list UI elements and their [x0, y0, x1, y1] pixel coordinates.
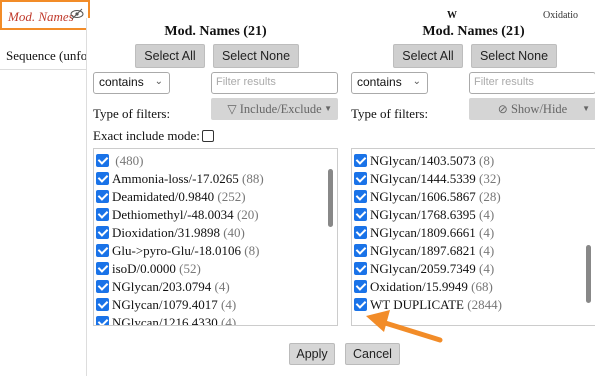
checkbox-checked-icon[interactable] [354, 298, 367, 311]
checkbox-checked-icon[interactable] [96, 190, 109, 203]
right-select-none-button[interactable]: Select None [471, 44, 557, 68]
checkbox-checked-icon[interactable] [354, 190, 367, 203]
list-item[interactable]: (480) [96, 153, 143, 171]
mod-names-column-tab[interactable]: Mod. Names [0, 0, 90, 30]
exact-include-label: Exact include mode: [93, 128, 200, 143]
eye-slash-icon: ⊘ [497, 102, 508, 116]
list-item[interactable]: NGlycan/2059.7349 (4) [354, 261, 494, 279]
checkbox-checked-icon[interactable] [96, 280, 109, 293]
chevron-down-icon: ⌄ [412, 76, 421, 87]
left-select-none-button[interactable]: Select None [213, 44, 299, 68]
checkbox-checked-icon[interactable] [354, 172, 367, 185]
checkbox-checked-icon[interactable] [354, 226, 367, 239]
checkbox-checked-icon[interactable] [96, 172, 109, 185]
list-item[interactable]: Dethiomethyl/-48.0034 (20) [96, 207, 259, 225]
exact-include-mode[interactable]: Exact include mode: [93, 128, 214, 144]
list-item[interactable]: NGlycan/1809.6661 (4) [354, 225, 494, 243]
exact-include-checkbox[interactable] [201, 130, 214, 142]
checkbox-checked-icon[interactable] [96, 208, 109, 221]
left-filter-input[interactable]: Filter results [211, 72, 338, 94]
mod-names-tab-label: Mod. Names [8, 9, 74, 24]
list-item[interactable]: Ammonia-loss/-17.0265 (88) [96, 171, 264, 189]
list-item[interactable]: NGlycan/203.0794 (4) [96, 279, 230, 297]
right-title: Mod. Names (21) [422, 24, 525, 39]
checkbox-checked-icon[interactable] [96, 262, 109, 275]
list-item[interactable]: Dioxidation/31.9898 (40) [96, 225, 245, 243]
checkbox-checked-icon[interactable] [96, 298, 109, 311]
left-type-of-filters-value: Include/Exclude [239, 102, 322, 116]
right-type-of-filters-select[interactable]: ⊘ Show/Hide ▼ [469, 98, 595, 120]
checkbox-checked-icon[interactable] [354, 262, 367, 275]
left-match-mode-select[interactable]: contains ⌄ [93, 72, 170, 94]
chevron-down-icon: ⌄ [154, 76, 163, 87]
list-item[interactable]: NGlycan/1897.6821 (4) [354, 243, 494, 261]
checkbox-checked-icon[interactable] [96, 316, 109, 325]
list-item[interactable]: NGlycan/1768.6395 (4) [354, 207, 494, 225]
list-item[interactable]: Deamidated/0.9840 (252) [96, 189, 246, 207]
checkbox-checked-icon[interactable] [354, 280, 367, 293]
apply-button[interactable]: Apply [289, 343, 335, 365]
cancel-button[interactable]: Cancel [345, 343, 400, 365]
filter-popup: Mod. Names (21) Select All Select None c… [86, 18, 595, 376]
list-item[interactable]: NGlycan/1606.5867 (28) [354, 189, 501, 207]
checkbox-checked-icon[interactable] [354, 208, 367, 221]
list-item[interactable]: Oxidation/15.9949 (68) [354, 279, 493, 297]
list-item[interactable]: NGlycan/1216.4330 (4) [96, 315, 236, 325]
list-item[interactable]: isoD/0.0000 (52) [96, 261, 201, 279]
checkbox-checked-icon[interactable] [96, 244, 109, 257]
left-type-of-filters-select[interactable]: ▽ Include/Exclude ▼ [211, 98, 338, 120]
left-title: Mod. Names (21) [164, 24, 267, 39]
right-type-of-filters-label: Type of filters: [351, 106, 429, 121]
right-match-mode-value: contains [357, 75, 402, 89]
right-match-mode-select[interactable]: contains ⌄ [351, 72, 428, 94]
list-item[interactable]: NGlycan/1444.5339 (32) [354, 171, 501, 189]
right-type-of-filters-value: Show/Hide [510, 102, 568, 116]
caret-down-icon: ▼ [582, 104, 590, 113]
list-item[interactable]: NGlycan/1403.5073 (8) [354, 153, 494, 171]
right-filter-input[interactable]: Filter results [469, 72, 595, 94]
right-list-scrollbar[interactable] [586, 245, 591, 303]
sequence-column-header[interactable]: Sequence (unfo [0, 40, 86, 70]
left-list-scrollbar[interactable] [328, 169, 333, 227]
right-select-all-button[interactable]: Select All [393, 44, 463, 68]
left-values-list[interactable]: (480) Ammonia-loss/-17.0265 (88) Deamida… [93, 148, 338, 326]
checkbox-checked-icon[interactable] [354, 244, 367, 257]
eye-slash-icon[interactable] [70, 8, 84, 20]
left-match-mode-value: contains [99, 75, 144, 89]
list-item[interactable]: NGlycan/1079.4017 (4) [96, 297, 236, 315]
right-values-list[interactable]: NGlycan/1403.5073 (8) NGlycan/1444.5339 … [351, 148, 595, 326]
caret-down-icon: ▼ [324, 104, 332, 113]
funnel-icon: ▽ [227, 102, 237, 116]
checkbox-checked-icon[interactable] [96, 154, 109, 167]
left-select-all-button[interactable]: Select All [135, 44, 205, 68]
checkbox-checked-icon[interactable] [354, 154, 367, 167]
list-item[interactable]: WT DUPLICATE (2844) [354, 297, 502, 315]
list-item[interactable]: Glu->pyro-Glu/-18.0106 (8) [96, 243, 259, 261]
checkbox-checked-icon[interactable] [96, 226, 109, 239]
left-type-of-filters-label: Type of filters: [93, 106, 171, 121]
